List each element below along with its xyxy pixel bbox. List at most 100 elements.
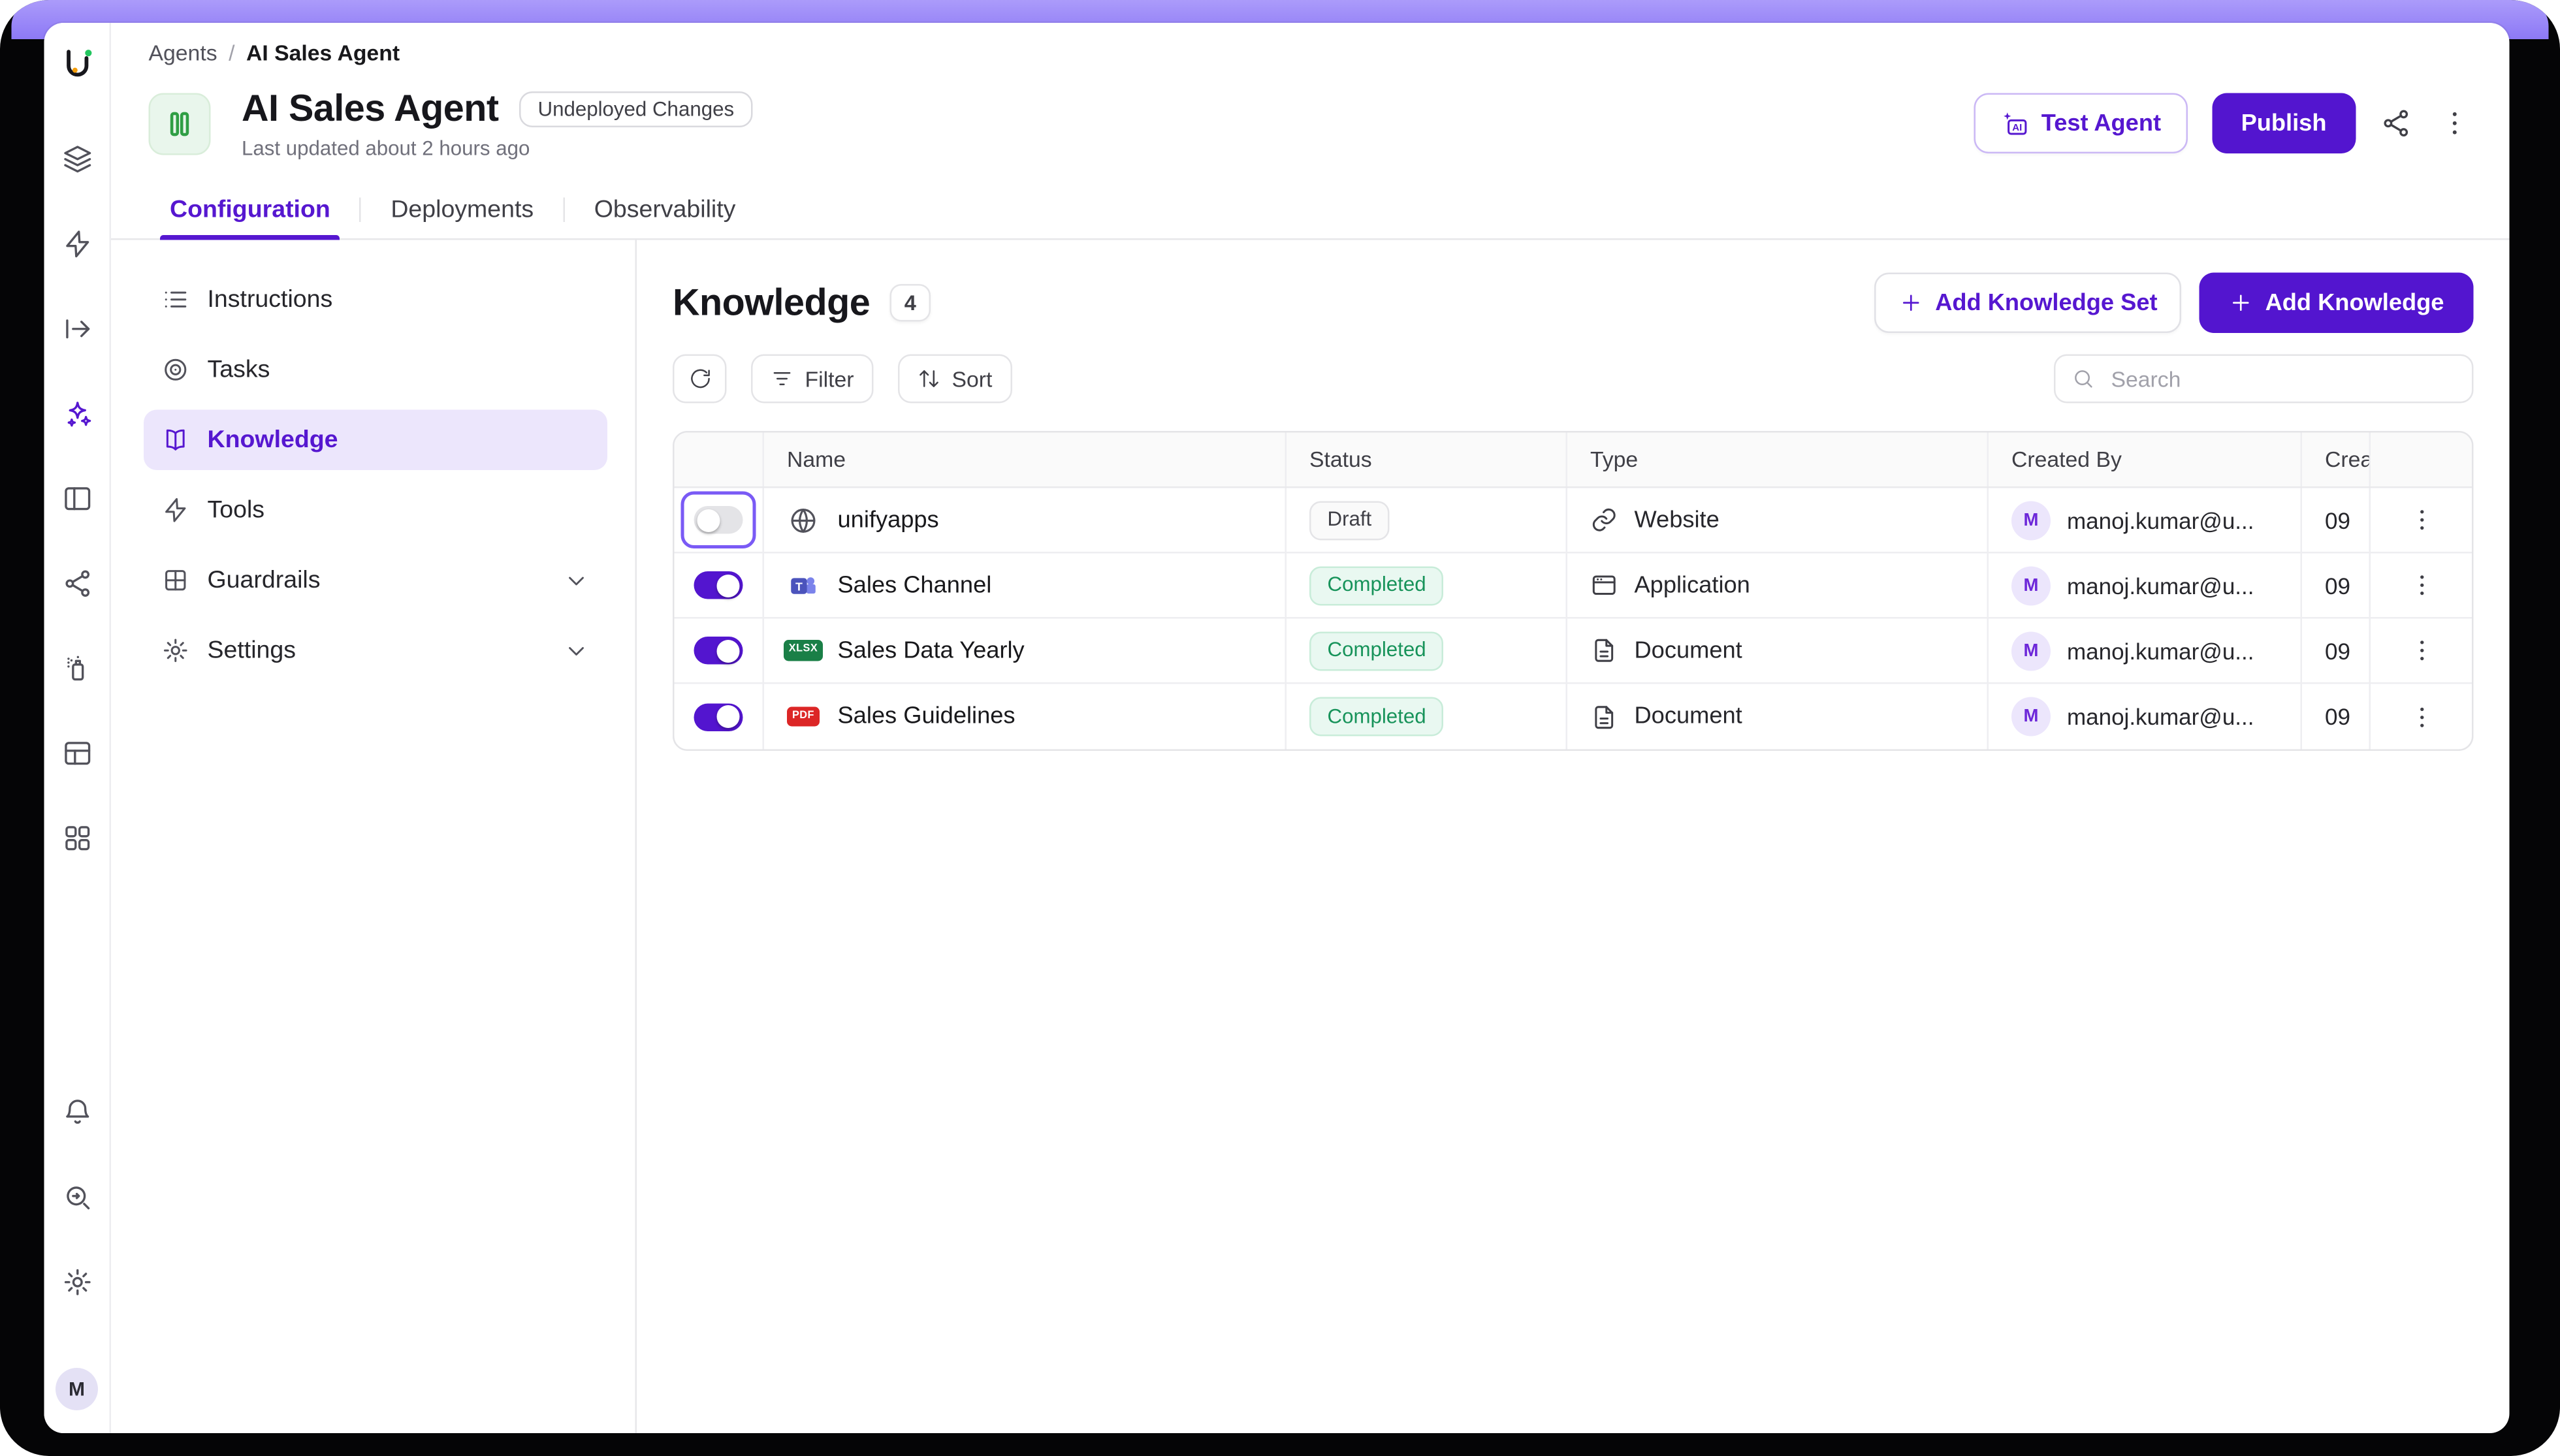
list-icon <box>162 286 190 314</box>
tab-deployments[interactable]: Deployments <box>381 182 543 239</box>
row-toggle[interactable] <box>694 637 743 665</box>
undeployed-changes-badge: Undeployed Changes <box>520 91 752 127</box>
publish-button[interactable]: Publish <box>2212 93 2356 154</box>
search-arrow-icon[interactable] <box>61 1182 93 1213</box>
breadcrumb: Agents / AI Sales Agent <box>111 23 2510 65</box>
bell-icon[interactable] <box>61 1097 93 1128</box>
nav-item-tools[interactable]: Tools <box>144 480 607 541</box>
page-title: AI Sales Agent <box>242 87 499 131</box>
chevron-down-icon <box>564 567 590 593</box>
tab-configuration[interactable]: Configuration <box>160 182 340 239</box>
nav-item-knowledge[interactable]: Knowledge <box>144 410 607 471</box>
table-row: unifyapps Draft Website M <box>675 488 2472 554</box>
knowledge-title: Knowledge <box>673 281 870 325</box>
avatar: M <box>2011 565 2051 605</box>
share-nodes-icon[interactable] <box>61 568 93 599</box>
table-row: T Sales Channel Completed Applicati <box>675 554 2472 619</box>
icon-sidebar: M <box>44 23 112 1433</box>
tab-observability[interactable]: Observability <box>584 182 746 239</box>
book-open-icon <box>162 426 190 454</box>
panel-left-icon[interactable] <box>61 483 93 514</box>
main-content: Agents / AI Sales Agent AI Sales Agent U… <box>111 23 2510 1433</box>
status-badge: Completed <box>1309 631 1444 670</box>
app-window-icon <box>1590 571 1618 599</box>
screen: M Agents / AI Sales Agent AI Sal <box>0 0 2560 1456</box>
user-avatar[interactable]: M <box>56 1368 98 1410</box>
knowledge-count-badge: 4 <box>889 284 931 322</box>
table-row: XLSX Sales Data Yearly Completed Documen… <box>675 619 2472 684</box>
column-header-created-by: Created By <box>1989 433 2302 487</box>
knowledge-item-name-cell[interactable]: PDF Sales Guidelines <box>764 684 1287 750</box>
breadcrumb-agents[interactable]: Agents <box>149 40 217 65</box>
refresh-icon <box>688 368 711 390</box>
refresh-button[interactable] <box>673 355 727 404</box>
column-header-created: Crea <box>2302 433 2371 487</box>
breadcrumb-current: AI Sales Agent <box>246 40 400 65</box>
sparkles-icon[interactable] <box>61 398 93 430</box>
tab-separator <box>360 198 362 223</box>
knowledge-item-name-cell[interactable]: unifyapps <box>764 488 1287 552</box>
config-nav: Instructions Tasks Knowledge <box>111 240 637 1434</box>
row-toggle[interactable] <box>694 703 743 731</box>
xlsx-file-icon: XLSX <box>787 636 820 665</box>
tab-separator <box>563 198 565 223</box>
spray-icon[interactable] <box>61 653 93 684</box>
test-agent-button[interactable]: AI Test Agent <box>1974 93 2187 154</box>
nav-item-guardrails[interactable]: Guardrails <box>144 550 607 611</box>
status-badge: Completed <box>1309 697 1444 736</box>
document-icon <box>1590 637 1618 665</box>
apps-grid-icon[interactable] <box>61 823 93 854</box>
teams-icon: T <box>787 571 820 600</box>
svg-text:T: T <box>795 579 803 592</box>
row-menu-icon[interactable] <box>2403 567 2439 603</box>
row-menu-icon[interactable] <box>2403 699 2439 735</box>
knowledge-table: Name Status Type Created By Crea <box>673 431 2474 751</box>
nav-item-settings[interactable]: Settings <box>144 620 607 681</box>
avatar: M <box>2011 631 2051 670</box>
last-updated-text: Last updated about 2 hours ago <box>242 137 752 160</box>
agent-avatar-icon <box>149 92 211 154</box>
column-header-type: Type <box>1567 433 1989 487</box>
agent-header: AI Sales Agent Undeployed Changes Last u… <box>111 65 2510 160</box>
column-header-name: Name <box>764 433 1287 487</box>
share-icon[interactable] <box>2380 107 2413 140</box>
search-icon <box>2072 368 2095 390</box>
table-header-row: Name Status Type Created By Crea <box>675 433 2472 488</box>
add-knowledge-set-button[interactable]: Add Knowledge Set <box>1875 273 2182 334</box>
column-header-actions <box>2371 433 2472 487</box>
nav-item-tasks[interactable]: Tasks <box>144 340 607 400</box>
avatar: M <box>2011 500 2051 539</box>
filter-button[interactable]: Filter <box>751 355 874 404</box>
gear-icon <box>162 637 190 665</box>
search-input[interactable] <box>2108 365 2456 393</box>
gear-icon[interactable] <box>61 1267 93 1298</box>
toggle-column-header <box>675 433 765 487</box>
status-badge: Draft <box>1309 500 1390 539</box>
nav-item-instructions[interactable]: Instructions <box>144 270 607 330</box>
svg-text:AI: AI <box>2013 121 2023 133</box>
globe-icon <box>787 505 820 535</box>
plus-icon <box>1899 291 1924 315</box>
add-knowledge-button[interactable]: Add Knowledge <box>2200 273 2474 334</box>
knowledge-panel: Knowledge 4 Add Knowledge Set Add Knowle… <box>637 240 2510 1434</box>
app-window: M Agents / AI Sales Agent AI Sal <box>44 23 2510 1433</box>
tabs: Configuration Deployments Observability <box>111 182 2510 240</box>
more-menu-icon[interactable] <box>2438 107 2471 140</box>
row-menu-icon[interactable] <box>2403 633 2439 669</box>
unifyapps-logo-icon[interactable] <box>56 44 97 86</box>
document-icon <box>1590 703 1618 731</box>
table-icon[interactable] <box>61 738 93 769</box>
row-menu-icon[interactable] <box>2403 502 2439 538</box>
arrow-right-from-line-icon[interactable] <box>61 313 93 345</box>
sort-button[interactable]: Sort <box>898 355 1012 404</box>
breadcrumb-separator: / <box>229 40 234 65</box>
knowledge-item-name-cell[interactable]: T Sales Channel <box>764 554 1287 618</box>
sort-icon <box>918 368 940 390</box>
target-icon <box>162 356 190 384</box>
layers-icon[interactable] <box>61 144 93 175</box>
table-row: PDF Sales Guidelines Completed Document <box>675 684 2472 750</box>
row-toggle[interactable] <box>694 506 743 534</box>
zap-icon[interactable] <box>61 229 93 260</box>
row-toggle[interactable] <box>694 571 743 599</box>
knowledge-item-name-cell[interactable]: XLSX Sales Data Yearly <box>764 619 1287 683</box>
